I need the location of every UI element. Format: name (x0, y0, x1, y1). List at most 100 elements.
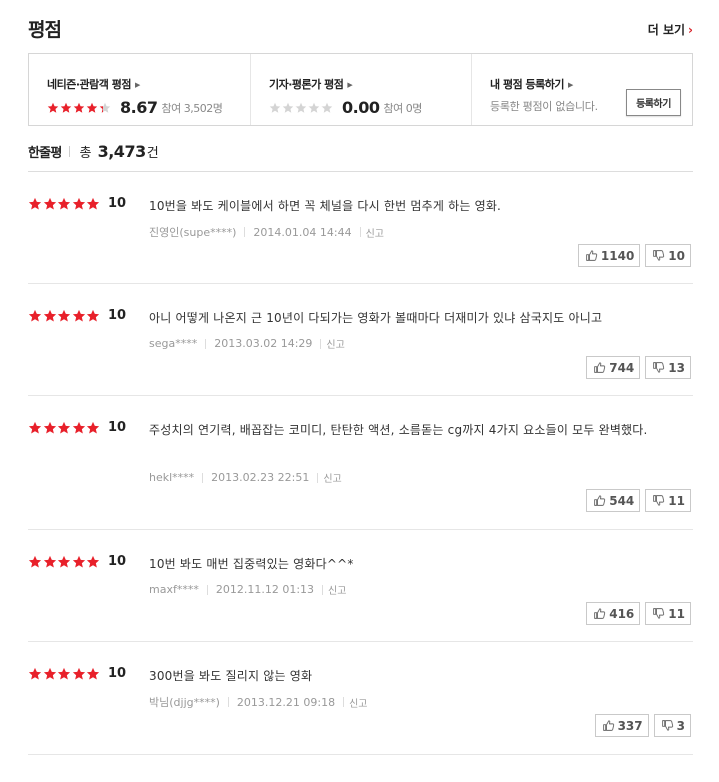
star-icon (86, 421, 100, 434)
critic-participants: 참여 0명 (383, 101, 422, 115)
star-icon (72, 197, 85, 210)
review-meta: hekl**** 2013.02.23 22:51 신고 (149, 470, 342, 485)
like-count: 544 (609, 493, 635, 508)
review-date: 2013.12.21 09:18 (236, 695, 336, 709)
vote-buttons: 544 11 (586, 489, 691, 512)
like-button[interactable]: 416 (586, 602, 641, 625)
netizen-rating-link[interactable]: 네티즌·관람객 평점 ▶ (47, 76, 140, 92)
report-link[interactable]: 신고 (323, 470, 341, 485)
review-date: 2013.03.02 14:29 (214, 337, 313, 350)
rating-summary: 네티즌·관람객 평점 ▶ 8.67 참여 3,502명 기자·평론가 평점 ▶ 0.… (28, 53, 693, 126)
critic-rating-link[interactable]: 기자·평론가 평점 ▶ (269, 76, 353, 92)
thumbs-down-icon (661, 720, 673, 731)
dislike-button[interactable]: 3 (653, 714, 691, 737)
review-star-rating (28, 667, 101, 681)
star-icon (86, 309, 100, 322)
review-date: 2012.11.12 01:13 (215, 583, 315, 596)
dislike-count: 13 (668, 360, 685, 375)
review-author: hekl**** (149, 471, 195, 484)
star-icon (57, 309, 71, 322)
report-link[interactable]: 신고 (328, 582, 346, 597)
review-author: 박님(djjg****) (149, 696, 220, 709)
star-icon (28, 309, 42, 322)
star-icon (43, 309, 56, 322)
review-meta: sega**** 2013.03.02 14:29 신고 (149, 336, 345, 351)
star-icon (86, 197, 100, 210)
more-label: 더 보기 (647, 23, 686, 37)
like-button[interactable]: 337 (594, 714, 649, 737)
star-icon (47, 102, 59, 113)
review-author: sega**** (149, 337, 198, 350)
star-icon (28, 197, 42, 210)
like-button[interactable]: 744 (586, 356, 641, 379)
critic-score: 0.00 (342, 98, 380, 117)
review-item: 10 300번을 봐도 질리지 않는 영화 박님(djjg****) 2013.12.… (28, 642, 693, 755)
review-text: 10번을 봐도 케이블에서 하면 꼭 체널을 다시 한번 멈추게 하는 영화. (149, 199, 502, 213)
thumbs-up-icon (594, 495, 606, 506)
report-link[interactable]: 신고 (349, 695, 367, 710)
report-link[interactable]: 신고 (326, 336, 344, 351)
thumbs-down-icon (653, 495, 665, 506)
star-icon (57, 555, 71, 568)
oneline-total: 총 3,473 (79, 142, 146, 161)
more-link[interactable]: 더 보기 › (648, 21, 693, 38)
critic-rating-label: 기자·평론가 평점 (269, 78, 344, 91)
star-icon (269, 102, 281, 113)
star-icon (43, 421, 56, 434)
divider (206, 584, 208, 595)
like-button[interactable]: 544 (586, 489, 641, 512)
dislike-button[interactable]: 11 (645, 489, 691, 512)
star-icon (57, 197, 71, 210)
my-rating-label: 내 평점 등록하기 (490, 78, 565, 91)
total-prefix: 총 (79, 146, 91, 161)
star-icon (86, 102, 98, 113)
star-icon (43, 667, 56, 680)
vote-buttons: 1140 10 (577, 244, 691, 267)
like-button[interactable]: 1140 (577, 244, 641, 267)
star-icon (57, 421, 71, 434)
divider (227, 697, 229, 707)
review-star-rating (28, 197, 101, 211)
star-icon (282, 102, 294, 113)
review-date: 2013.02.23 22:51 (211, 471, 310, 484)
netizen-rating-cell: 네티즌·관람객 평점 ▶ 8.67 참여 3,502명 (29, 54, 250, 125)
report-link[interactable]: 신고 (366, 225, 384, 240)
review-text: 주성치의 연기력, 배꼽잡는 코미디, 탄탄한 액션, 소름돋는 cg까지 4가… (149, 423, 648, 437)
dislike-button[interactable]: 10 (645, 244, 691, 267)
netizen-participants: 참여 3,502명 (161, 101, 223, 115)
star-icon (72, 555, 85, 568)
register-rating-button[interactable]: 등록하기 (626, 89, 681, 116)
thumbs-down-icon (653, 608, 665, 619)
star-icon (86, 555, 100, 568)
review-star-rating (28, 421, 101, 435)
review-text: 10번 봐도 매번 집중력있는 영화다^^* (149, 557, 354, 571)
my-rating-link[interactable]: 내 평점 등록하기 ▶ (490, 76, 573, 92)
star-icon (57, 667, 71, 680)
dislike-count: 11 (668, 493, 685, 508)
thumbs-down-icon (653, 250, 665, 261)
thumbs-up-icon (586, 250, 598, 261)
like-count: 337 (617, 718, 643, 733)
thumbs-up-icon (594, 608, 606, 619)
star-icon (73, 102, 85, 113)
review-author: 진영인(supe****) (149, 226, 237, 239)
review-item: 10 아니 어떻게 나온지 근 10년이 다되가는 영화가 볼때마다 더재미가 있… (28, 284, 693, 396)
triangle-right-icon: ▶ (568, 81, 573, 89)
dislike-count: 11 (668, 606, 685, 621)
divider (202, 472, 204, 483)
divider (317, 472, 319, 483)
like-count: 1140 (600, 248, 635, 263)
star-icon (72, 421, 85, 434)
dislike-button[interactable]: 11 (645, 602, 691, 625)
dislike-button[interactable]: 13 (645, 356, 691, 379)
critic-star-rating (269, 102, 334, 114)
netizen-score: 8.67 (120, 98, 158, 117)
review-author: maxf**** (149, 583, 199, 596)
like-count: 744 (609, 360, 635, 375)
star-icon (72, 309, 85, 322)
review-star-rating (28, 555, 101, 569)
star-icon (72, 667, 85, 680)
review-date: 2014.01.04 14:44 (253, 225, 352, 239)
review-star-rating (28, 309, 101, 323)
like-count: 416 (609, 606, 635, 621)
